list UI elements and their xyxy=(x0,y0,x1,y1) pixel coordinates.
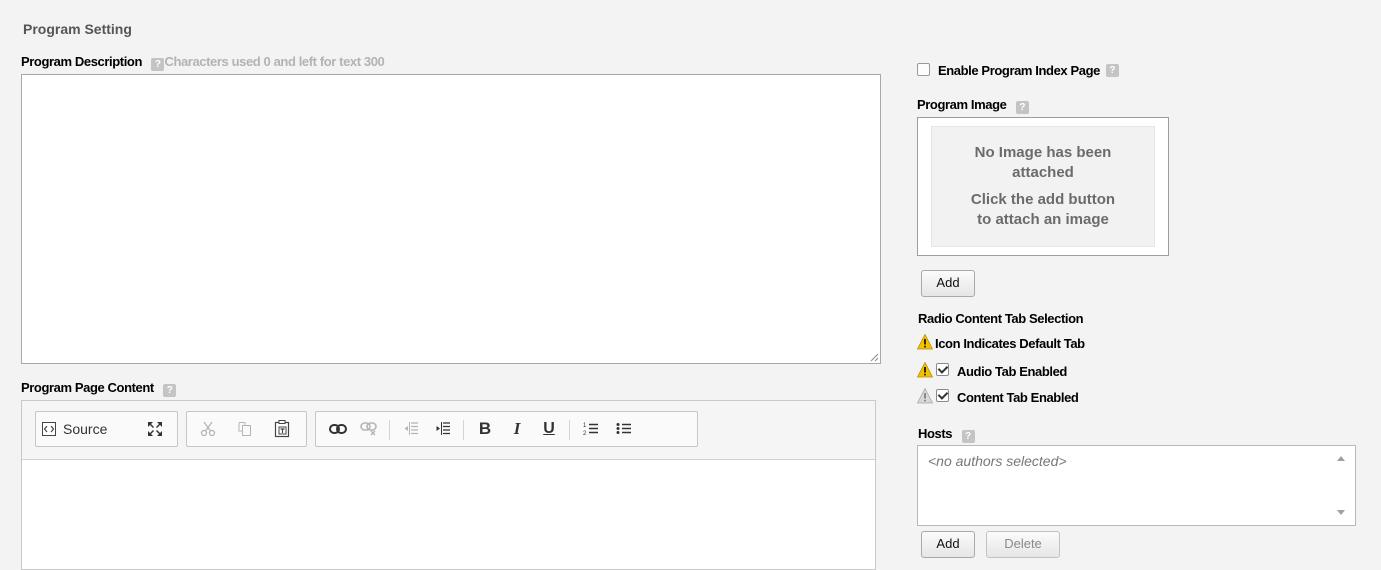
scroll-up-icon[interactable] xyxy=(1337,456,1345,461)
source-label: Source xyxy=(63,421,108,437)
program-image-label-row: Program Image ? xyxy=(917,96,1029,114)
program-image-frame: No Image has been attached Click the add… xyxy=(917,117,1169,256)
copy-button[interactable] xyxy=(234,417,256,441)
help-icon[interactable]: ? xyxy=(163,384,177,397)
link-button[interactable] xyxy=(326,417,350,441)
placeholder-line: attached xyxy=(1012,164,1074,181)
warning-inactive-icon[interactable] xyxy=(917,387,933,404)
paste-icon xyxy=(274,420,290,438)
image-placeholder: No Image has been attached Click the add… xyxy=(931,126,1155,247)
resize-grip-icon[interactable] xyxy=(869,352,879,362)
warning-icon[interactable] xyxy=(917,361,933,378)
placeholder-line: Click the add button xyxy=(970,191,1116,208)
radio-tabs-title: Radio Content Tab Selection xyxy=(918,311,1084,326)
description-textarea[interactable] xyxy=(21,74,881,364)
content-tab-row: Content Tab Enabled xyxy=(917,386,1079,405)
cut-button[interactable] xyxy=(197,417,219,441)
description-label-row: Program Description ? Characters used 0 a… xyxy=(21,53,385,71)
hosts-label-row: Hosts ? xyxy=(918,425,975,443)
description-label: Program Description xyxy=(21,54,142,69)
outdent-icon xyxy=(404,422,418,435)
hosts-placeholder: <no authors selected> xyxy=(928,453,1067,469)
scroll-down-icon[interactable] xyxy=(1337,510,1345,515)
default-tab-legend-label: Icon Indicates Default Tab xyxy=(935,336,1085,351)
delete-host-button[interactable]: Delete xyxy=(986,531,1060,558)
source-icon xyxy=(42,422,56,436)
svg-text:2: 2 xyxy=(583,431,587,437)
toolbar-separator xyxy=(569,420,570,440)
audio-tab-row: Audio Tab Enabled xyxy=(917,360,1067,379)
audio-tab-label: Audio Tab Enabled xyxy=(957,364,1067,379)
unlink-icon xyxy=(360,422,377,436)
toolbar-group-document: Source xyxy=(35,411,178,447)
copy-icon xyxy=(238,422,251,436)
indent-icon xyxy=(436,422,450,435)
program-image-label: Program Image xyxy=(917,97,1007,112)
maximize-button[interactable] xyxy=(144,417,166,441)
underline-button[interactable]: U xyxy=(538,417,560,441)
toolbar-group-clipboard xyxy=(186,411,307,447)
hosts-label: Hosts xyxy=(918,426,953,441)
page-content-label-row: Program Page Content ? xyxy=(21,379,177,397)
bold-button[interactable]: B xyxy=(474,417,496,441)
help-icon[interactable]: ? xyxy=(1105,63,1119,77)
paste-button[interactable] xyxy=(271,417,293,441)
content-tab-label: Content Tab Enabled xyxy=(957,390,1079,405)
toolbar-separator xyxy=(389,420,390,440)
content-tab-checkbox[interactable] xyxy=(936,389,949,402)
editor-toolbar: Source B I U 1 2 xyxy=(22,401,875,460)
add-image-button[interactable]: Add xyxy=(921,270,975,297)
numbered-list-button[interactable]: 1 2 xyxy=(580,417,602,441)
cut-icon xyxy=(200,421,216,437)
character-count-hint: Characters used 0 and left for text 300 xyxy=(164,54,385,69)
source-button[interactable]: Source xyxy=(42,417,134,441)
editor-content-area[interactable] xyxy=(22,460,875,570)
add-host-button[interactable]: Add xyxy=(921,531,975,558)
placeholder-line: to attach an image xyxy=(977,211,1109,228)
help-icon[interactable]: ? xyxy=(961,430,975,443)
svg-text:1: 1 xyxy=(583,423,587,429)
index-page-row: Enable Program Index Page ? xyxy=(917,60,1119,78)
enable-index-page-label: Enable Program Index Page xyxy=(938,63,1100,78)
warning-icon xyxy=(917,334,933,350)
help-icon[interactable]: ? xyxy=(1015,101,1029,114)
unlink-button[interactable] xyxy=(357,417,381,441)
placeholder-line: No Image has been xyxy=(974,144,1112,161)
bulleted-list-button[interactable] xyxy=(613,417,635,441)
indent-button[interactable] xyxy=(432,417,454,441)
toolbar-group-format: B I U 1 2 xyxy=(315,411,698,447)
audio-tab-checkbox[interactable] xyxy=(936,363,949,376)
enable-index-page-checkbox[interactable] xyxy=(917,62,930,76)
bulleted-list-icon xyxy=(616,423,631,434)
help-icon[interactable]: ? xyxy=(151,58,165,71)
link-icon xyxy=(329,424,347,434)
numbered-list-icon: 1 2 xyxy=(583,423,598,437)
maximize-icon xyxy=(148,422,162,436)
default-tab-legend: Icon Indicates Default Tab xyxy=(917,333,1085,351)
italic-button[interactable]: I xyxy=(506,417,528,441)
page-content-label: Program Page Content xyxy=(21,380,154,395)
page-content-editor[interactable]: Source B I U 1 2 xyxy=(21,400,876,570)
outdent-button[interactable] xyxy=(400,417,422,441)
section-title: Program Setting xyxy=(23,21,132,37)
hosts-list[interactable]: <no authors selected> xyxy=(917,445,1356,526)
toolbar-separator xyxy=(463,420,464,440)
